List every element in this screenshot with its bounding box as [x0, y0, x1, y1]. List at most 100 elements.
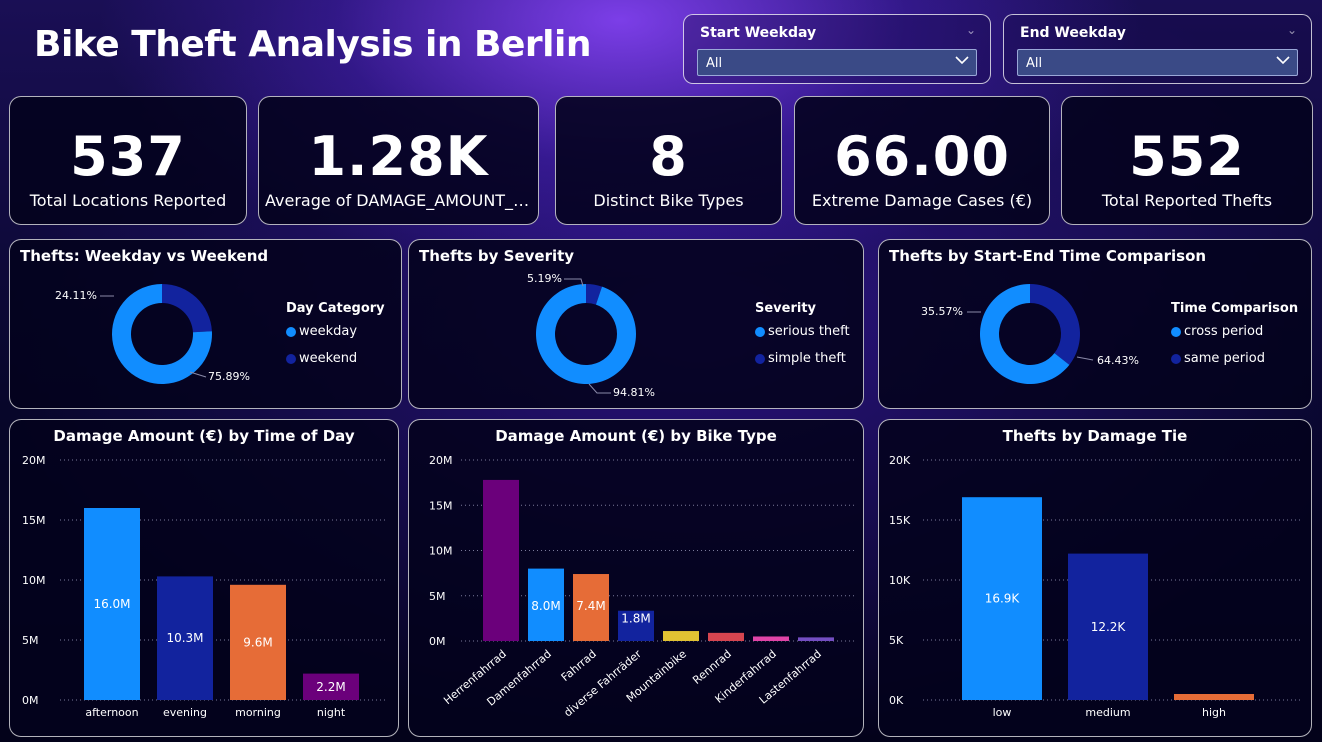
- kpi-value: 1.28K: [308, 125, 489, 188]
- y-tick-label: 10K: [889, 574, 911, 587]
- bar-rennrad[interactable]: [708, 632, 744, 641]
- bar-damage-tier-panel: Thefts by Damage Tie 0K 5K 10K 15K 20K 16.9K l…: [878, 419, 1312, 737]
- legend-title: Time Comparison: [1171, 301, 1299, 316]
- kpi-total-thefts: 552 Total Reported Thefts: [1061, 96, 1313, 225]
- donut-data-label: 24.11%: [55, 289, 97, 302]
- bar-high[interactable]: [1174, 694, 1254, 700]
- chart-legend: Time Comparison cross period same period: [1171, 301, 1298, 366]
- end-weekday-label: End Weekday: [1020, 25, 1126, 41]
- kpi-label: Extreme Damage Cases (€): [811, 191, 1033, 210]
- donut-time-comparison-panel: Thefts by Start-End Time Comparison 64.4…: [878, 239, 1312, 409]
- donut-data-label: 64.43%: [1097, 354, 1139, 367]
- bar-chart: 0K 5K 10K 15K 20K 16.9K low 12.2K medium high: [889, 454, 1301, 719]
- legend-dot: [755, 353, 765, 364]
- legend-item[interactable]: weekday: [286, 324, 385, 339]
- legend-item[interactable]: serious theft: [755, 324, 850, 339]
- chart-legend: Severity serious theft simple theft: [755, 301, 850, 366]
- donut-data-label: 5.19%: [527, 272, 562, 285]
- leader-line: [189, 371, 207, 378]
- legend-label: simple theft: [768, 351, 846, 366]
- x-tick-label: medium: [1085, 706, 1130, 719]
- chevron-down-icon[interactable]: ⌄: [966, 23, 976, 37]
- x-tick-label: Rennrad: [690, 647, 734, 687]
- legend-item[interactable]: simple theft: [755, 351, 850, 366]
- leader-line: [1076, 356, 1094, 361]
- start-weekday-value: All: [706, 56, 723, 71]
- legend-item[interactable]: same period: [1171, 351, 1298, 366]
- y-tick-label: 10M: [22, 574, 46, 587]
- start-weekday-slicer[interactable]: Start Weekday ⌄ All: [683, 14, 991, 84]
- donut-weekday-weekend-panel: Thefts: Weekday vs Weekend 75.89% 24.11% …: [9, 239, 402, 409]
- y-tick-label: 10M: [429, 545, 453, 558]
- legend-dot: [286, 326, 296, 337]
- legend-dot: [286, 353, 296, 364]
- bar-chart: 0M 5M 10M 15M 20M 16.0M afternoon 10.3M evening 9…: [22, 454, 388, 719]
- x-tick-label: evening: [163, 706, 207, 719]
- chevron-down-icon[interactable]: ⌄: [1287, 23, 1297, 37]
- donut-slice-serious-theft[interactable]: [536, 284, 636, 384]
- x-tick-label: Fahrrad: [559, 647, 599, 684]
- end-weekday-slicer[interactable]: End Weekday ⌄ All: [1003, 14, 1312, 84]
- bar-data-label: 2.2M: [316, 680, 345, 694]
- bar-data-label: 8.0M: [531, 599, 560, 613]
- y-tick-label: 20K: [889, 454, 911, 467]
- kpi-extreme-damage: 66.00 Extreme Damage Cases (€): [794, 96, 1050, 225]
- y-tick-label: 20M: [22, 454, 46, 467]
- kpi-value: 8: [649, 125, 688, 188]
- bar-lastenfahrrad[interactable]: [798, 637, 834, 641]
- bar-mountainbike[interactable]: [663, 631, 699, 641]
- legend-item[interactable]: weekend: [286, 351, 385, 366]
- y-tick-label: 20M: [429, 454, 453, 467]
- legend-label: weekday: [299, 324, 358, 339]
- legend-dot: [755, 326, 765, 337]
- bar-data-label: 16.9K: [985, 592, 1021, 606]
- kpi-label: Total Reported Thefts: [1101, 191, 1273, 210]
- y-tick-label: 5M: [429, 590, 446, 603]
- x-tick-label: diverse Fahrräder: [561, 647, 644, 719]
- page-title: Bike Theft Analysis in Berlin: [34, 24, 591, 65]
- dropdown-arrow-icon[interactable]: [1275, 52, 1291, 72]
- bar-herrenfahrrad[interactable]: [483, 479, 519, 641]
- x-tick-label: high: [1202, 706, 1226, 719]
- chart-legend: Day Category weekday weekend: [286, 301, 385, 366]
- end-weekday-value: All: [1026, 56, 1043, 71]
- x-tick-label: morning: [235, 706, 281, 719]
- kpi-average-damage: 1.28K Average of DAMAGE_AMOUNT_E...: [258, 96, 539, 225]
- start-weekday-label: Start Weekday: [700, 25, 817, 41]
- kpi-label: Total Locations Reported: [29, 191, 227, 210]
- legend-label: serious theft: [768, 324, 850, 339]
- bar-data-label: 7.4M: [576, 599, 605, 613]
- end-weekday-dropdown[interactable]: All: [1017, 49, 1298, 76]
- bar-bike-type-panel: Damage Amount (€) by Bike Type 0M 5M 10M 15…: [408, 419, 864, 737]
- kpi-label: Distinct Bike Types: [593, 191, 744, 210]
- y-tick-label: 15M: [22, 514, 46, 527]
- donut-data-label: 75.89%: [208, 370, 250, 383]
- donut-slice-weekend[interactable]: [162, 284, 212, 333]
- kpi-value: 66.00: [834, 125, 1010, 188]
- bar-data-label: 1.8M: [621, 612, 650, 626]
- x-tick-label: night: [317, 706, 346, 719]
- bar-diverse-fahrräder[interactable]: [618, 624, 654, 641]
- legend-label: cross period: [1184, 324, 1264, 339]
- kpi-value: 537: [70, 125, 186, 188]
- legend-item[interactable]: cross period: [1171, 324, 1298, 339]
- legend-dot: [1171, 326, 1181, 337]
- donut-chart: 94.81% 5.19%: [527, 272, 655, 399]
- bar-data-label: 12.2K: [1091, 620, 1127, 634]
- dropdown-arrow-icon[interactable]: [954, 52, 970, 72]
- start-weekday-dropdown[interactable]: All: [697, 49, 977, 76]
- y-tick-label: 5K: [889, 634, 904, 647]
- y-tick-label: 15M: [429, 499, 453, 512]
- leader-line: [588, 383, 611, 394]
- kpi-total-locations: 537 Total Locations Reported: [9, 96, 247, 225]
- donut-data-label: 35.57%: [921, 305, 963, 318]
- bar-chart: 0M5M10M15M20MHerrenfahrrad8.0MDamenfahrr…: [429, 454, 855, 719]
- legend-label: same period: [1184, 351, 1265, 366]
- y-tick-label: 0M: [22, 694, 39, 707]
- bar-kinderfahrrad[interactable]: [753, 636, 789, 641]
- bar-time-of-day-panel: Damage Amount (€) by Time of Day 0M 5M 10M…: [9, 419, 399, 737]
- donut-slice-same-period[interactable]: [1030, 284, 1080, 365]
- donut-severity-panel: Thefts by Severity 94.81% 5.19% Severity …: [408, 239, 864, 409]
- kpi-distinct-bike-types: 8 Distinct Bike Types: [555, 96, 782, 225]
- kpi-label: Average of DAMAGE_AMOUNT_E...: [265, 191, 532, 210]
